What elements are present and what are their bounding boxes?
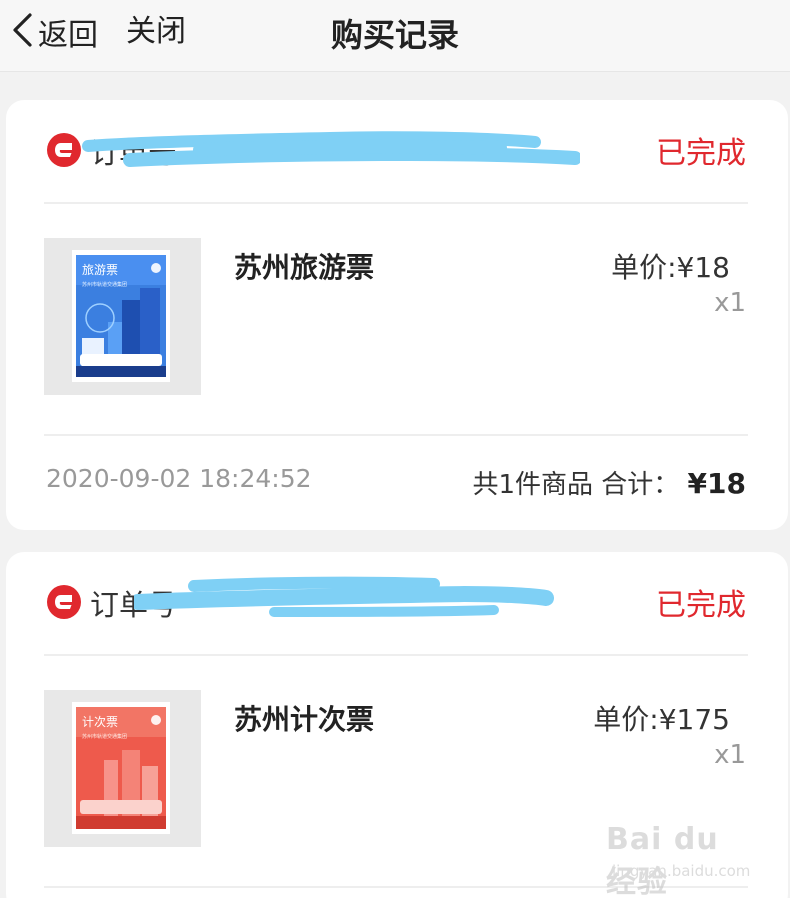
ticket-thumbnail: 计次票 苏州市轨道交通集团 bbox=[44, 690, 201, 847]
unit-price: 单价:¥175 bbox=[593, 703, 730, 736]
back-label: 返回 bbox=[38, 18, 98, 53]
divider bbox=[44, 886, 748, 888]
redacted-order-number bbox=[134, 576, 554, 617]
total-amount: ¥18 bbox=[687, 467, 746, 500]
product-name: 苏州旅游票 bbox=[234, 251, 375, 284]
page-title: 购买记录 bbox=[330, 16, 459, 54]
redacted-order-number bbox=[82, 131, 580, 167]
order-summary: 共1件商品 合计： ¥18 bbox=[472, 464, 746, 501]
close-button[interactable]: 关闭 bbox=[126, 12, 186, 52]
ticket-thumbnail: 旅游票 苏州市轨道交通集团 bbox=[44, 238, 201, 395]
metro-logo-icon bbox=[46, 584, 82, 620]
order-status: 已完成 bbox=[656, 588, 746, 623]
back-button[interactable]: 返回 bbox=[10, 12, 98, 53]
chevron-left-icon bbox=[10, 12, 36, 52]
thumb-subtitle: 苏州市轨道交通集团 bbox=[82, 281, 127, 288]
thumb-subtitle: 苏州市轨道交通集团 bbox=[82, 733, 127, 740]
product-name: 苏州计次票 bbox=[234, 703, 375, 736]
divider bbox=[44, 434, 748, 436]
total-label: 合计： bbox=[601, 470, 680, 500]
unit-price: 单价:¥18 bbox=[611, 251, 730, 284]
thumb-title: 旅游票 bbox=[82, 263, 118, 277]
metro-logo-icon bbox=[46, 132, 82, 168]
thumb-title: 计次票 bbox=[82, 715, 118, 729]
quantity: x1 bbox=[714, 288, 746, 318]
divider bbox=[44, 202, 748, 204]
order-header: 订单号 已完成 bbox=[6, 100, 788, 204]
quantity: x1 bbox=[714, 740, 746, 770]
nav-bar: 返回 关闭 购买记录 bbox=[0, 0, 790, 72]
item-count: 共1件商品 bbox=[472, 470, 593, 500]
order-header: 订单号 已完成 bbox=[6, 552, 788, 656]
divider bbox=[44, 654, 748, 656]
order-card[interactable]: 订单号 已完成 计次票 苏州市轨道交通集团 苏州计次票 单价:¥175 x1 bbox=[6, 552, 788, 898]
order-status: 已完成 bbox=[656, 136, 746, 171]
order-timestamp: 2020-09-02 18:24:52 bbox=[46, 464, 312, 493]
order-card[interactable]: 订单号 已完成 旅游票 苏州市轨道交通集团 苏州旅游票 单价:¥18 x1 20… bbox=[6, 100, 788, 530]
